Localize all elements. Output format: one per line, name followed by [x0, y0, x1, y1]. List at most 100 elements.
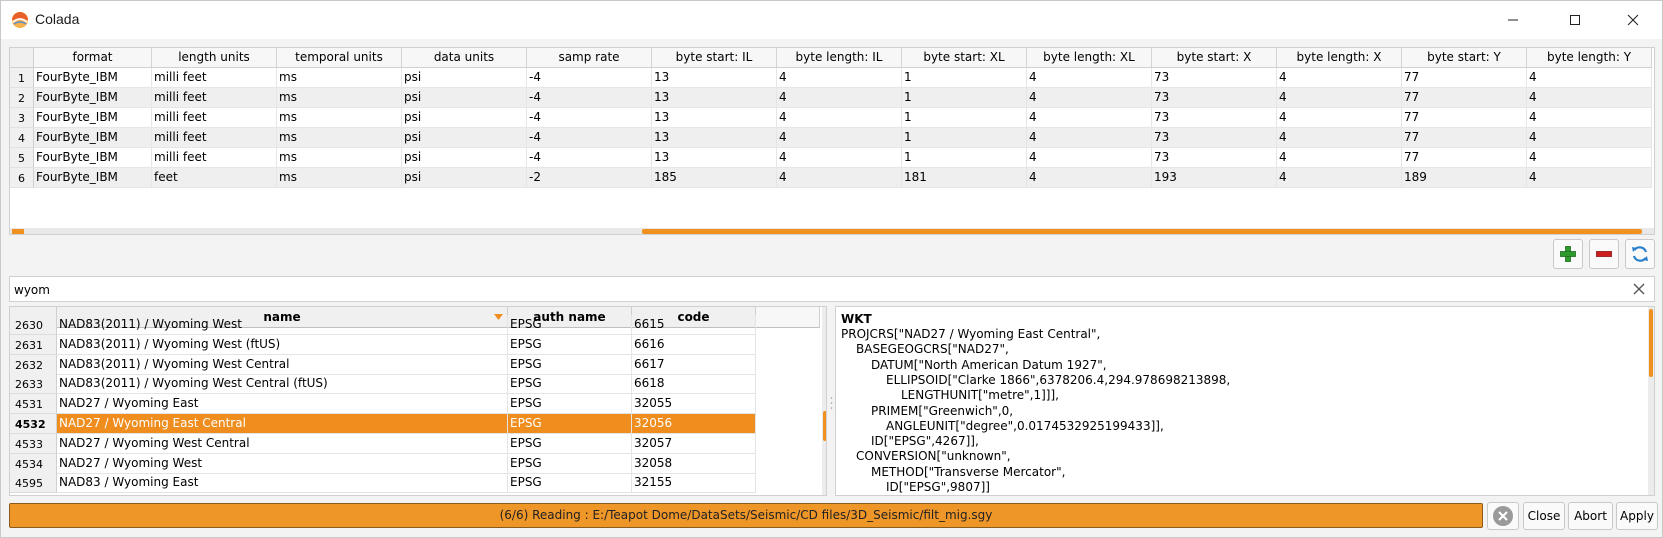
- scrollbar-thumb[interactable]: [1649, 309, 1653, 377]
- row-number[interactable]: 4534: [10, 453, 57, 474]
- crs-search-box[interactable]: [9, 276, 1655, 302]
- table-cell[interactable]: FourByte_IBM: [34, 68, 152, 88]
- table-cell[interactable]: 4: [1527, 168, 1652, 188]
- table-cell[interactable]: 189: [1402, 168, 1527, 188]
- crs-cell-name[interactable]: NAD27 / Wyoming West: [57, 453, 508, 474]
- table-cell[interactable]: FourByte_IBM: [34, 128, 152, 148]
- table-row[interactable]: 6 FourByte_IBM feet ms psi -2 185 4 181 4 193 4 189 4: [10, 168, 1652, 188]
- table-cell[interactable]: 4: [1527, 108, 1652, 128]
- table-cell[interactable]: 73: [1152, 68, 1277, 88]
- table-cell[interactable]: 185: [652, 168, 777, 188]
- crs-cell-code[interactable]: 6617: [632, 354, 756, 375]
- list-item[interactable]: 4595 NAD83 / Wyoming East EPSG 32155: [10, 473, 756, 494]
- table-cell[interactable]: -4: [527, 148, 652, 168]
- table-cell[interactable]: ms: [277, 128, 402, 148]
- list-item[interactable]: 2633 NAD83(2011) / Wyoming West Central (…: [10, 374, 756, 395]
- table-cell[interactable]: psi: [402, 168, 527, 188]
- table-row[interactable]: 1 FourByte_IBM milli feet ms psi -4 13 4 1 4 73 4 77…: [10, 68, 1652, 88]
- crs-cell-auth[interactable]: EPSG: [508, 334, 632, 355]
- table-cell[interactable]: psi: [402, 148, 527, 168]
- table-cell[interactable]: 4: [777, 168, 902, 188]
- table-row[interactable]: 2 FourByte_IBM milli feet ms psi -4 13 4 1 4 73 4 77…: [10, 88, 1652, 108]
- table-cell[interactable]: 4: [777, 108, 902, 128]
- table-cell[interactable]: 4: [1527, 88, 1652, 108]
- table-cell[interactable]: 193: [1152, 168, 1277, 188]
- row-number[interactable]: 4595: [10, 473, 57, 494]
- table-cell[interactable]: 13: [652, 148, 777, 168]
- table-cell[interactable]: feet: [152, 168, 277, 188]
- table-cell[interactable]: ms: [277, 148, 402, 168]
- crs-cell-auth[interactable]: EPSG: [508, 354, 632, 375]
- table-cell[interactable]: 77: [1402, 128, 1527, 148]
- table-cell[interactable]: 73: [1152, 108, 1277, 128]
- column-header[interactable]: byte start: XL: [902, 48, 1027, 68]
- column-header[interactable]: byte length: IL: [777, 48, 902, 68]
- table-cell[interactable]: psi: [402, 88, 527, 108]
- search-input[interactable]: [14, 280, 1614, 299]
- column-header[interactable]: format: [34, 48, 152, 68]
- crs-cell-code[interactable]: 32058: [632, 453, 756, 474]
- crs-cell-auth[interactable]: EPSG: [508, 374, 632, 395]
- table-cell[interactable]: FourByte_IBM: [34, 168, 152, 188]
- table-cell[interactable]: psi: [402, 68, 527, 88]
- table-cell[interactable]: psi: [402, 128, 527, 148]
- table-cell[interactable]: 77: [1402, 148, 1527, 168]
- table-cell[interactable]: milli feet: [152, 108, 277, 128]
- column-header[interactable]: data units: [402, 48, 527, 68]
- add-row-button[interactable]: [1553, 239, 1583, 269]
- crs-cell-name[interactable]: NAD27 / Wyoming West Central: [57, 433, 508, 454]
- crs-cell-code[interactable]: 32056: [632, 414, 756, 434]
- wkt-panel[interactable]: WKT PROJCRS["NAD27 / Wyoming East Centra…: [835, 306, 1655, 496]
- table-cell[interactable]: 77: [1402, 108, 1527, 128]
- table-cell[interactable]: milli feet: [152, 148, 277, 168]
- table-row[interactable]: 5 FourByte_IBM milli feet ms psi -4 13 4 1 4 73 4 77…: [10, 148, 1652, 168]
- row-number[interactable]: 4531: [10, 394, 57, 415]
- table-cell[interactable]: 77: [1402, 88, 1527, 108]
- apply-button[interactable]: Apply: [1616, 502, 1658, 530]
- list-item[interactable]: 2630 NAD83(2011) / Wyoming West EPSG 6615: [10, 315, 756, 335]
- row-number[interactable]: 4533: [10, 433, 57, 454]
- row-number[interactable]: 1: [10, 68, 34, 88]
- crs-cell-auth[interactable]: EPSG: [508, 453, 632, 474]
- table-cell[interactable]: 4: [1277, 168, 1402, 188]
- crs-cell-auth[interactable]: EPSG: [508, 433, 632, 454]
- crs-cell-name[interactable]: NAD83(2011) / Wyoming West (ftUS): [57, 334, 508, 355]
- table-cell[interactable]: 73: [1152, 148, 1277, 168]
- minimize-button[interactable]: [1485, 1, 1541, 39]
- table-cell[interactable]: 4: [1277, 88, 1402, 108]
- table-cell[interactable]: 4: [1027, 168, 1152, 188]
- table-cell[interactable]: 13: [652, 128, 777, 148]
- crs-cell-name[interactable]: NAD83(2011) / Wyoming West Central (ftUS…: [57, 374, 508, 395]
- abort-button[interactable]: Abort: [1568, 502, 1613, 530]
- row-number[interactable]: 2631: [10, 334, 57, 355]
- table-cell[interactable]: 181: [902, 168, 1027, 188]
- table-cell[interactable]: milli feet: [152, 128, 277, 148]
- crs-cell-name[interactable]: NAD83 / Wyoming East: [57, 473, 508, 494]
- table-cell[interactable]: 4: [777, 88, 902, 108]
- table-cell[interactable]: 13: [652, 68, 777, 88]
- row-number[interactable]: 5: [10, 148, 34, 168]
- crs-cell-name[interactable]: NAD83(2011) / Wyoming West: [57, 315, 508, 335]
- column-header[interactable]: length units: [152, 48, 277, 68]
- row-number[interactable]: 2630: [10, 315, 57, 335]
- column-header[interactable]: samp rate: [527, 48, 652, 68]
- table-cell[interactable]: psi: [402, 108, 527, 128]
- table-cell[interactable]: -2: [527, 168, 652, 188]
- column-header[interactable]: byte start: X: [1152, 48, 1277, 68]
- table-cell[interactable]: -4: [527, 68, 652, 88]
- row-number[interactable]: 2632: [10, 354, 57, 375]
- table-row[interactable]: 4 FourByte_IBM milli feet ms psi -4 13 4 1 4 73 4 77…: [10, 128, 1652, 148]
- table-cell[interactable]: 4: [1527, 68, 1652, 88]
- table-cell[interactable]: 4: [777, 128, 902, 148]
- crs-cell-name[interactable]: NAD27 / Wyoming East: [57, 394, 508, 415]
- crs-cell-auth[interactable]: EPSG: [508, 315, 632, 335]
- remove-row-button[interactable]: [1589, 239, 1619, 269]
- table-cell[interactable]: FourByte_IBM: [34, 108, 152, 128]
- table-cell[interactable]: 4: [1027, 148, 1152, 168]
- row-number[interactable]: 3: [10, 108, 34, 128]
- vertical-scrollbar[interactable]: [1648, 307, 1654, 495]
- scrollbar-thumb[interactable]: [823, 411, 826, 441]
- table-cell[interactable]: -4: [527, 128, 652, 148]
- table-cell[interactable]: 1: [902, 88, 1027, 108]
- table-cell[interactable]: 4: [1277, 148, 1402, 168]
